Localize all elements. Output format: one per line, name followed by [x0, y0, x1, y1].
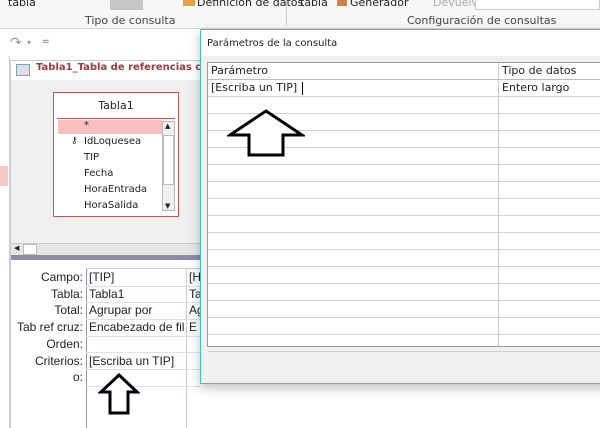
title-divider [57, 118, 175, 119]
data-definition-button[interactable]: Definición de datos [197, 0, 303, 9]
empty-parameter-row[interactable] [208, 182, 600, 199]
empty-parameter-row[interactable] [208, 165, 600, 182]
text-cursor [302, 82, 303, 95]
grid-border [86, 268, 87, 428]
empty-parameter-row[interactable] [208, 318, 600, 335]
empty-parameter-row[interactable] [208, 301, 600, 318]
row-label: o: [72, 370, 83, 385]
parameter-row[interactable]: [Escriba un TIP] Entero largo [208, 80, 600, 97]
empty-parameter-row[interactable] [208, 284, 600, 301]
ribbon: tabla Definición de datos Tipo de consul… [0, 0, 600, 29]
table-field-list[interactable]: Tabla1 * ⚷ IdLoquesea TIP Fecha HoraEntr… [53, 92, 179, 217]
redo-dropdown-icon[interactable]: ▾ [27, 38, 31, 47]
empty-parameter-row[interactable] [208, 250, 600, 267]
field-tip[interactable]: TIP [84, 152, 99, 163]
dialog-title: Parámetros de la consulta [201, 30, 600, 56]
parameter-cell[interactable]: [Escriba un TIP] [211, 81, 297, 94]
grid-cell-col1[interactable]: Tabla1 [89, 287, 185, 301]
row-label: Total: [54, 303, 83, 318]
row-label: Orden: [46, 336, 83, 351]
table-title: Tabla1 [98, 99, 134, 112]
scroll-left-icon[interactable]: ◀ [14, 244, 19, 252]
query-icon [16, 64, 30, 76]
nav-selected-item[interactable] [0, 166, 8, 186]
grid-cell-col1[interactable]: Agrupar por [89, 303, 185, 317]
field-fecha[interactable]: Fecha [84, 168, 113, 179]
quick-access-toolbar: ↷ ▾ = [0, 30, 200, 56]
grid-cell-col1[interactable]: [TIP] [89, 270, 185, 284]
scroll-up-icon[interactable]: ▲ [165, 122, 170, 130]
field-list-scrollbar[interactable]: ▲ ▼ [162, 121, 175, 211]
hscroll-thumb[interactable] [23, 244, 37, 255]
field-idloquesea[interactable]: IdLoquesea [84, 136, 141, 147]
empty-parameter-row[interactable] [208, 233, 600, 250]
group-label-query-type: Tipo de consulta [85, 14, 176, 27]
data-type-cell[interactable]: Entero largo [502, 81, 569, 94]
row-label: Tab ref cruz: [16, 320, 83, 335]
customize-qat-icon[interactable]: = [42, 37, 50, 47]
row-label: Campo: [40, 270, 83, 284]
return-input[interactable] [475, 0, 600, 10]
header-data-type: Tipo de datos [502, 64, 577, 77]
query-type-icon[interactable] [110, 0, 143, 10]
empty-parameter-row[interactable] [208, 216, 600, 233]
empty-parameter-row[interactable] [208, 335, 600, 352]
header-parameter: Parámetro [211, 64, 268, 77]
row-label: Criterios: [34, 353, 83, 368]
group-label-query-setup: Configuración de consultas [407, 14, 557, 27]
scroll-thumb[interactable] [163, 135, 174, 185]
empty-parameter-row[interactable] [208, 267, 600, 284]
grid-top [86, 268, 200, 269]
tabla-button-label-2[interactable]: tabla [300, 0, 328, 9]
field-all[interactable]: * [84, 120, 89, 131]
data-definition-icon [183, 0, 195, 6]
grid-cell-col2[interactable]: E [189, 320, 200, 334]
up-arrow-annotation-dialog [227, 109, 305, 157]
parameters-grid: Parámetro Tipo de datos [Escriba un TIP]… [207, 62, 600, 352]
primary-key-icon: ⚷ [71, 136, 78, 146]
grid-column-divider [186, 268, 187, 428]
empty-parameter-row[interactable] [208, 199, 600, 216]
grid-cell-col1[interactable]: [Escriba un TIP] [89, 354, 185, 368]
builder-icon [337, 0, 347, 6]
up-arrow-annotation-criteria [98, 372, 140, 415]
field-horasalida[interactable]: HoraSalida [84, 200, 138, 211]
query-parameters-dialog: Parámetros de la consulta Parámetro Tipo… [200, 29, 600, 384]
grid-cell-col1[interactable]: Encabezado de fila [89, 320, 185, 334]
table-pane-hscrollbar[interactable]: ◀ [11, 243, 200, 255]
redo-icon[interactable]: ↷ [10, 35, 22, 51]
grid-row-line [86, 335, 200, 337]
tabla-button-label[interactable]: tabla [8, 0, 36, 9]
builder-button[interactable]: Generador [350, 0, 409, 9]
selected-field-highlight [58, 120, 162, 134]
header-row: Parámetro Tipo de datos [208, 63, 600, 80]
group-divider [286, 0, 287, 25]
grid-cell-col2[interactable]: Ta [189, 287, 200, 301]
grid-cell-col2[interactable]: Ag [189, 303, 200, 317]
grid-cell-col2[interactable]: [H [189, 270, 200, 284]
field-horaentrada[interactable]: HoraEntrada [84, 184, 147, 195]
scroll-down-icon[interactable]: ▼ [165, 202, 170, 210]
grid-row-line [86, 369, 200, 370]
row-label: Tabla: [50, 286, 83, 301]
